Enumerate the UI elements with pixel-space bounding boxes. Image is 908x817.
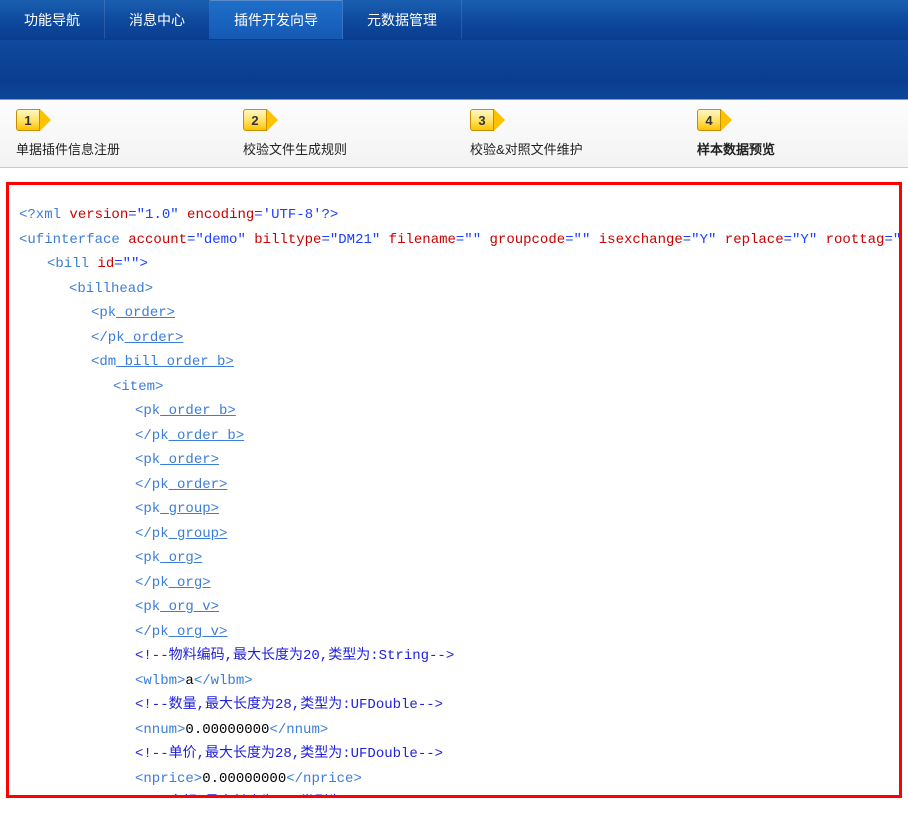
xml-pk-org-v-open: <pk_org_v> — [19, 595, 889, 620]
wizard-step-2[interactable]: 2 校验文件生成规则 — [227, 100, 454, 167]
step-1-label: 单据插件信息注册 — [16, 139, 227, 158]
step-2-label: 校验文件生成规则 — [243, 139, 454, 158]
xml-pk-order-b-close: </pk_order_b> — [19, 424, 889, 449]
xml-pk-org-open: <pk_org> — [19, 546, 889, 571]
tab-plugin-wizard[interactable]: 插件开发向导 — [210, 0, 343, 39]
tab-message-center[interactable]: 消息中心 — [105, 0, 210, 39]
xml-comment-truncated: <!--金额,最大长度为28,类型为:UFDouble--> — [19, 791, 889, 798]
xml-pk-order2-close: </pk_order> — [19, 473, 889, 498]
xml-comment-nnum: <!--数量,最大长度为28,类型为:UFDouble--> — [19, 693, 889, 718]
xml-comment-wlbm: <!--物料编码,最大长度为20,类型为:String--> — [19, 644, 889, 669]
xml-nprice: <nprice>0.00000000</nprice> — [19, 767, 889, 792]
header-band — [0, 40, 908, 100]
xml-bill: <bill id=""> — [19, 252, 889, 277]
xml-comment-nprice: <!--单价,最大长度为28,类型为:UFDouble--> — [19, 742, 889, 767]
step-2-badge: 2 — [243, 109, 267, 131]
wizard-step-1[interactable]: 1 单据插件信息注册 — [0, 100, 227, 167]
tab-metadata-mgmt[interactable]: 元数据管理 — [343, 0, 462, 39]
xml-declaration: <?xml version="1.0" encoding='UTF-8'?> — [19, 203, 889, 228]
chevron-right-icon — [40, 109, 51, 131]
xml-billhead: <billhead> — [19, 277, 889, 302]
chevron-right-icon — [494, 109, 505, 131]
step-4-badge: 4 — [697, 109, 721, 131]
tab-function-nav[interactable]: 功能导航 — [0, 0, 105, 39]
xml-pk-order2-open: <pk_order> — [19, 448, 889, 473]
wizard-steps: 1 单据插件信息注册 2 校验文件生成规则 3 校验&对照文件维护 4 样本数据… — [0, 100, 908, 168]
chevron-right-icon — [267, 109, 278, 131]
xml-nnum: <nnum>0.00000000</nnum> — [19, 718, 889, 743]
chevron-right-icon — [721, 109, 732, 131]
step-3-badge: 3 — [470, 109, 494, 131]
xml-pk-org-close: </pk_org> — [19, 571, 889, 596]
xml-preview-panel: <?xml version="1.0" encoding='UTF-8'?> <… — [6, 182, 902, 798]
xml-dm-bill-order-b: <dm_bill_order_b> — [19, 350, 889, 375]
xml-pk-order-close: </pk_order> — [19, 326, 889, 351]
xml-item: <item> — [19, 375, 889, 400]
xml-pk-group-open: <pk_group> — [19, 497, 889, 522]
xml-pk-order-b-open: <pk_order_b> — [19, 399, 889, 424]
xml-wlbm: <wlbm>a</wlbm> — [19, 669, 889, 694]
step-3-label: 校验&对照文件维护 — [470, 139, 681, 158]
xml-pk-group-close: </pk_group> — [19, 522, 889, 547]
top-nav-tabs: 功能导航 消息中心 插件开发向导 元数据管理 — [0, 0, 908, 40]
xml-pk-org-v-close: </pk_org_v> — [19, 620, 889, 645]
step-1-badge: 1 — [16, 109, 40, 131]
wizard-step-3[interactable]: 3 校验&对照文件维护 — [454, 100, 681, 167]
xml-ufinterface: <ufinterface account="demo" billtype="DM… — [19, 228, 889, 253]
step-4-label: 样本数据预览 — [697, 139, 908, 158]
wizard-step-4[interactable]: 4 样本数据预览 — [681, 100, 908, 167]
xml-pk-order-open: <pk_order> — [19, 301, 889, 326]
